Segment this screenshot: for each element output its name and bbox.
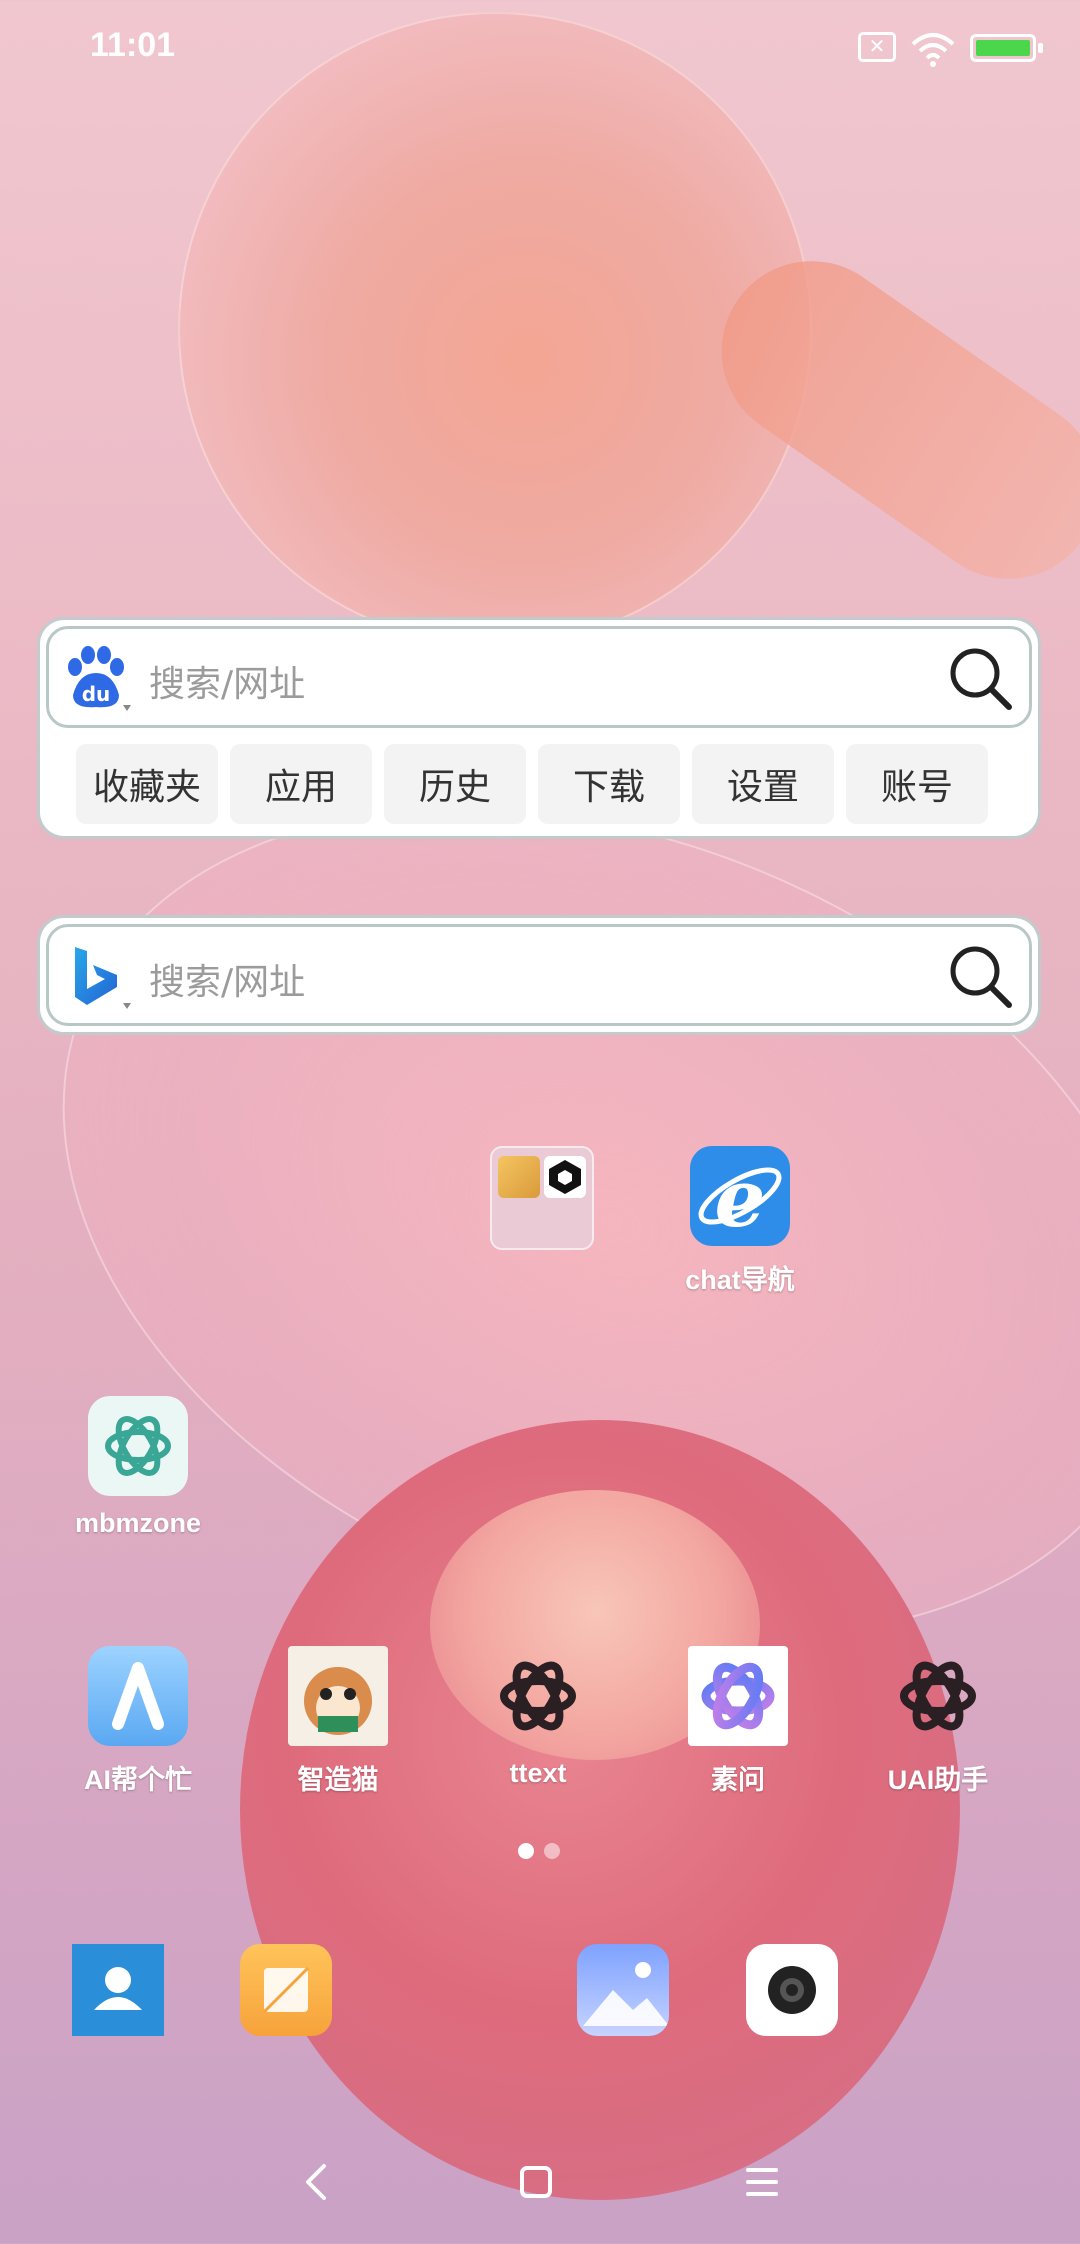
gallery-icon[interactable] — [577, 1944, 669, 2036]
status-bar: 11:01 ✕ — [0, 0, 1080, 96]
search-icon[interactable] — [945, 941, 1015, 1011]
bing-search-widget: 搜索/网址 — [40, 918, 1038, 1032]
app-label: 素问 — [711, 1765, 765, 1795]
menu-icon[interactable] — [732, 2152, 792, 2212]
svg-text:e: e — [715, 1151, 766, 1245]
app-ai-help[interactable]: AI帮个忙 — [58, 1646, 218, 1797]
app-suwen[interactable]: 素问 — [658, 1646, 818, 1797]
baidu-search-input[interactable]: 搜索/网址 — [149, 655, 305, 707]
hamster-cat-icon — [288, 1646, 388, 1746]
app-mbmzone[interactable]: mbmzone — [58, 1396, 218, 1539]
contacts-icon[interactable] — [72, 1944, 164, 2036]
baidu-search-bar[interactable]: du 搜索/网址 — [46, 626, 1032, 728]
battery-charging-icon — [970, 34, 1043, 62]
app-label: 智造猫 — [297, 1765, 379, 1795]
openai-gradient-icon — [688, 1646, 788, 1746]
app-folder[interactable] — [490, 1146, 594, 1250]
back-icon[interactable] — [286, 2152, 346, 2212]
page-dot — [544, 1843, 560, 1859]
openai-icon — [488, 1646, 588, 1746]
app-uai[interactable]: UAI助手 — [858, 1646, 1018, 1797]
app-zhizaomao[interactable]: 智造猫 — [258, 1646, 418, 1797]
openai-icon — [888, 1646, 988, 1746]
chip-downloads[interactable]: 下载 — [538, 744, 680, 824]
svg-text:du: du — [82, 682, 111, 706]
wallpaper-shape — [240, 1420, 960, 2200]
status-time: 11:01 — [90, 26, 176, 64]
baidu-paw-icon[interactable]: du — [61, 643, 131, 713]
notes-icon[interactable] — [240, 1944, 332, 2036]
chip-history[interactable]: 历史 — [384, 744, 526, 824]
app-label: UAI助手 — [887, 1765, 989, 1795]
wallpaper-shape — [686, 225, 1080, 615]
page-indicator — [518, 1843, 560, 1859]
app-chat-nav[interactable]: e chat导航 — [660, 1146, 820, 1297]
bing-logo-icon[interactable] — [61, 941, 131, 1011]
sim-off-icon: ✕ — [858, 32, 896, 62]
chip-account[interactable]: 账号 — [846, 744, 988, 824]
app-label: ttext — [509, 1758, 567, 1788]
app-label: chat导航 — [685, 1265, 795, 1295]
ai-help-icon — [88, 1646, 188, 1746]
app-label: AI帮个忙 — [84, 1765, 192, 1795]
baidu-shortcut-chips: 收藏夹 应用 历史 下载 设置 账号 — [76, 744, 988, 824]
baidu-search-widget: du 搜索/网址 收藏夹 应用 历史 下载 设置 账号 — [40, 620, 1038, 836]
search-icon[interactable] — [945, 643, 1015, 713]
app-ttext[interactable]: ttext — [458, 1646, 618, 1789]
openai-icon — [88, 1396, 188, 1496]
doge-app-icon — [498, 1156, 540, 1198]
chip-favorites[interactable]: 收藏夹 — [76, 744, 218, 824]
chip-settings[interactable]: 设置 — [692, 744, 834, 824]
wifi-icon — [911, 33, 955, 67]
camera-icon[interactable] — [746, 1944, 838, 2036]
chip-apps[interactable]: 应用 — [230, 744, 372, 824]
bing-search-input[interactable]: 搜索/网址 — [149, 953, 305, 1005]
internet-explorer-icon: e — [690, 1146, 790, 1246]
page-dot-active — [518, 1843, 534, 1859]
bing-search-bar[interactable]: 搜索/网址 — [46, 924, 1032, 1026]
home-icon[interactable] — [506, 2152, 566, 2212]
unity-icon — [544, 1156, 586, 1198]
app-label: mbmzone — [74, 1508, 201, 1538]
wallpaper-shape — [178, 12, 812, 646]
